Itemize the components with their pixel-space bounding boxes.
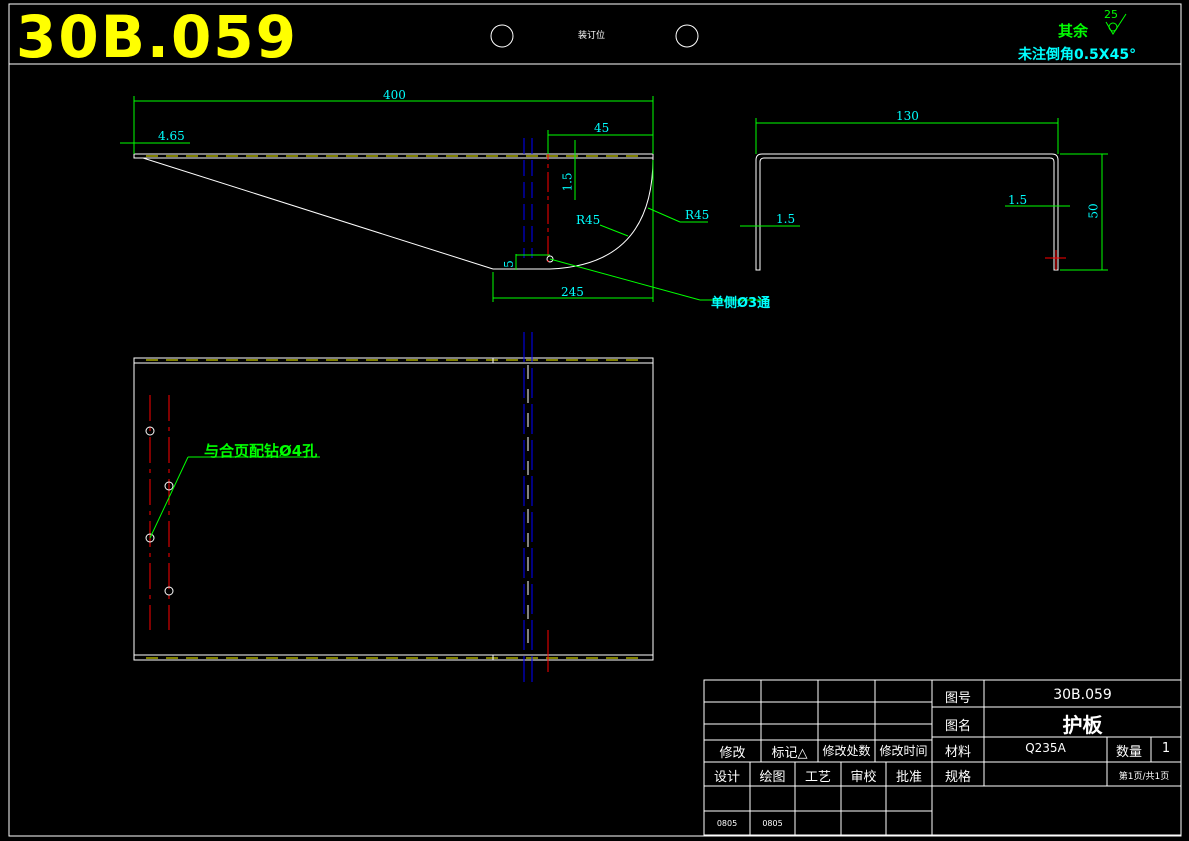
top-view-outline <box>133 357 654 661</box>
drawing-number-large: 30B.059 <box>16 3 299 71</box>
top-leaders <box>149 456 320 539</box>
slanted-edge <box>142 157 494 270</box>
front-dimensions <box>120 96 770 302</box>
quantity-label: 数量 <box>1115 745 1142 760</box>
rev-header-modify: 修改 <box>719 746 746 761</box>
rev-header-count: 修改处数 <box>822 744 871 758</box>
dim-thickness: 1.5 <box>560 172 575 192</box>
dim-width: 130 <box>896 109 919 123</box>
side-view <box>740 118 1108 271</box>
quantity-value: 1 <box>1161 741 1171 756</box>
sign-approve: 批准 <box>895 770 922 785</box>
material-value: Q235A <box>1025 741 1066 755</box>
date-design: 0805 <box>716 819 738 828</box>
rev-header-time: 修改时间 <box>879 744 928 758</box>
dim-right-top: 45 <box>594 121 610 135</box>
drawing-no-value: 30B.059 <box>1053 687 1112 703</box>
chamfer-note: 未注倒角0.5X45° <box>1018 47 1137 63</box>
top-view <box>133 332 654 682</box>
dim-bottom-length: 245 <box>561 285 584 299</box>
dim-thickness-right: 1.5 <box>1008 193 1028 207</box>
dim-total-length: 400 <box>383 88 406 102</box>
dim-left-offset: 4.65 <box>158 129 185 143</box>
material-label: 材料 <box>944 745 971 760</box>
binding-label: 装订位 <box>578 31 606 41</box>
side-dimensions <box>740 118 1108 271</box>
hole-note-front: 单侧Ø3通 <box>711 296 771 311</box>
sign-process: 工艺 <box>804 770 831 785</box>
dim-thickness-left: 1.5 <box>776 212 796 226</box>
sign-drawing: 绘图 <box>759 770 786 785</box>
channel-outline <box>755 153 1059 271</box>
name-value: 护板 <box>1062 713 1103 737</box>
dim-radius-inner: R45 <box>576 213 601 227</box>
front-view <box>120 96 770 302</box>
dim-hole-offset: 5 <box>501 260 516 268</box>
roughness-value: 25 <box>1104 8 1118 21</box>
drawing-no-label: 图号 <box>944 691 971 706</box>
rev-header-mark: 标记△ <box>771 746 808 761</box>
hole-note-top: 与合页配钻Ø4孔 <box>204 442 318 460</box>
roughness-label: 其余 <box>1058 22 1089 40</box>
binding-hole-left <box>490 24 514 48</box>
name-label: 图名 <box>944 719 971 734</box>
spec-label: 规格 <box>944 770 971 785</box>
sign-review: 审校 <box>850 770 877 785</box>
sign-design: 设计 <box>713 770 740 785</box>
sheet-value: 第1页/共1页 <box>1118 772 1170 782</box>
dim-radius-outer: R45 <box>685 208 710 222</box>
date-drawing: 0805 <box>762 819 783 828</box>
dim-height: 50 <box>1086 203 1101 219</box>
binding-hole-right <box>675 24 699 48</box>
